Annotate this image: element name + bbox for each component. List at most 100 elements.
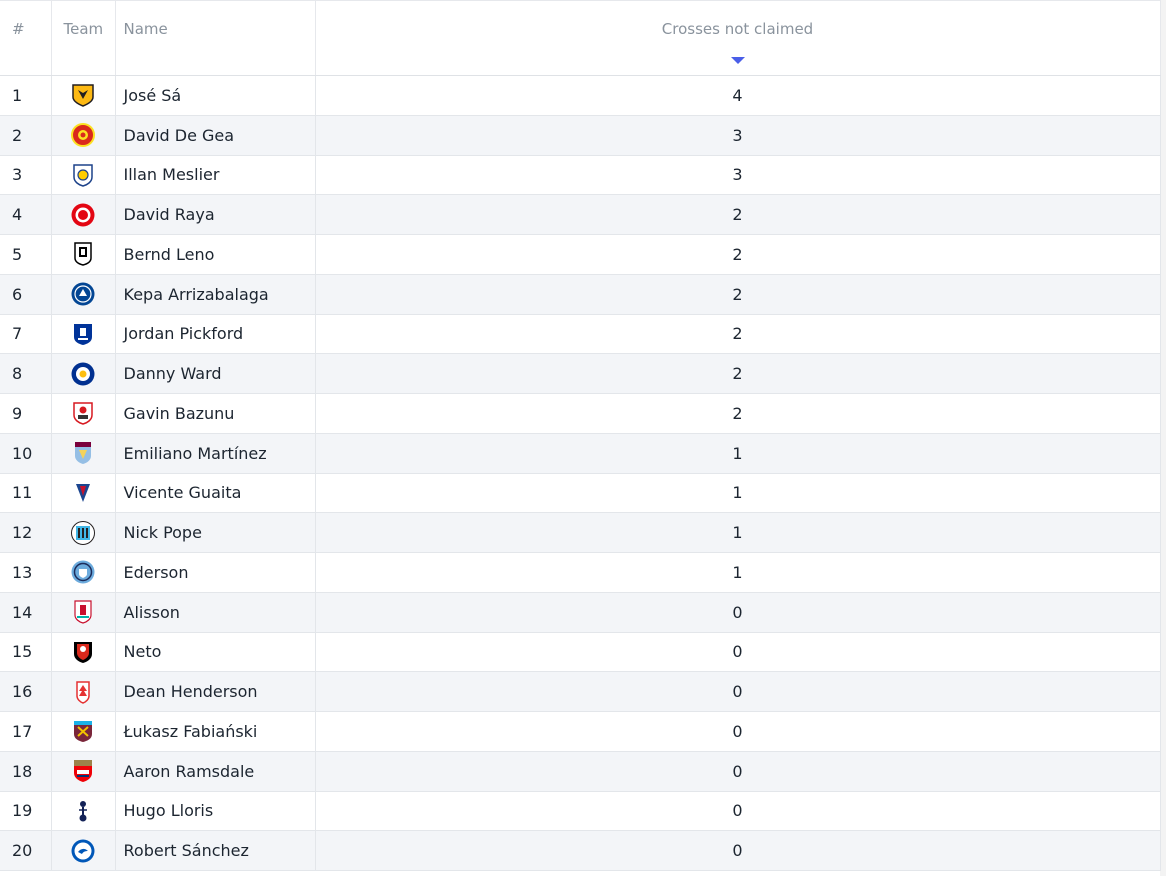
table-row[interactable]: 2 David De Gea 3: [0, 114, 1161, 155]
arsenal-crest-icon[interactable]: [70, 758, 96, 784]
table-row[interactable]: 16 Dean Henderson 0: [0, 671, 1161, 712]
player-name-cell[interactable]: David Raya: [115, 194, 316, 235]
player-name-cell[interactable]: Neto: [115, 631, 316, 672]
rank-cell: 14: [0, 591, 52, 632]
rank-cell: 16: [0, 671, 52, 712]
team-cell: [51, 353, 116, 394]
table-row[interactable]: 7 Jordan Pickford 2: [0, 313, 1161, 354]
sort-descending-icon[interactable]: [730, 57, 745, 64]
player-name-cell[interactable]: Aaron Ramsdale: [115, 750, 316, 791]
table-row[interactable]: 18 Aaron Ramsdale 0: [0, 750, 1161, 791]
player-name-cell[interactable]: Dean Henderson: [115, 671, 316, 712]
table-row[interactable]: 13 Ederson 1: [0, 552, 1161, 593]
chelsea-crest-icon[interactable]: [70, 281, 96, 307]
rank-cell: 15: [0, 631, 52, 672]
player-name-cell[interactable]: Hugo Lloris: [115, 790, 316, 831]
southampton-crest-icon[interactable]: [70, 400, 96, 426]
rank-cell: 5: [0, 234, 52, 275]
crosses-not-claimed-cell: 1: [315, 552, 1161, 593]
table-row[interactable]: 1 José Sá 4: [0, 75, 1161, 116]
player-name-cell[interactable]: Danny Ward: [115, 353, 316, 394]
crosses-not-claimed-cell: 0: [315, 671, 1161, 712]
stats-table: # Team Name Crosses not claimed 1 José Sá…: [0, 0, 1161, 871]
table-row[interactable]: 19 Hugo Lloris 0: [0, 790, 1161, 831]
crosses-not-claimed-cell: 1: [315, 432, 1161, 473]
crosses-not-claimed-cell: 0: [315, 790, 1161, 831]
player-name-cell[interactable]: José Sá: [115, 75, 316, 116]
rank-cell: 1: [0, 75, 52, 116]
man-city-crest-icon[interactable]: [70, 559, 96, 585]
rank-cell: 7: [0, 313, 52, 354]
player-name-cell[interactable]: David De Gea: [115, 114, 316, 155]
leeds-crest-icon[interactable]: [70, 162, 96, 188]
player-name-cell[interactable]: Kepa Arrizabalaga: [115, 273, 316, 314]
crosses-not-claimed-cell: 1: [315, 472, 1161, 513]
player-name-cell[interactable]: Łukasz Fabiański: [115, 711, 316, 752]
team-column-header[interactable]: Team: [51, 0, 116, 76]
crosses-not-claimed-cell: 0: [315, 750, 1161, 791]
table-row[interactable]: 8 Danny Ward 2: [0, 353, 1161, 394]
rank-cell: 19: [0, 790, 52, 831]
team-cell: [51, 313, 116, 354]
everton-crest-icon[interactable]: [70, 321, 96, 347]
man-utd-crest-icon[interactable]: [70, 122, 96, 148]
player-name-cell[interactable]: Jordan Pickford: [115, 313, 316, 354]
west-ham-crest-icon[interactable]: [70, 718, 96, 744]
crosses-not-claimed-cell: 0: [315, 711, 1161, 752]
team-cell: [51, 830, 116, 871]
table-row[interactable]: 4 David Raya 2: [0, 194, 1161, 235]
crosses-not-claimed-column-header[interactable]: Crosses not claimed: [315, 0, 1161, 76]
crosses-not-claimed-header-label: Crosses not claimed: [661, 20, 814, 38]
fulham-crest-icon[interactable]: [70, 241, 96, 267]
rank-cell: 12: [0, 512, 52, 553]
table-row[interactable]: 20 Robert Sánchez 0: [0, 830, 1161, 871]
crystal-palace-crest-icon[interactable]: [70, 480, 96, 506]
player-name-cell[interactable]: Gavin Bazunu: [115, 393, 316, 434]
brentford-crest-icon[interactable]: [70, 202, 96, 228]
table-row[interactable]: 14 Alisson 0: [0, 591, 1161, 632]
table-row[interactable]: 6 Kepa Arrizabalaga 2: [0, 273, 1161, 314]
bournemouth-crest-icon[interactable]: [70, 639, 96, 665]
player-name-cell[interactable]: Emiliano Martínez: [115, 432, 316, 473]
leicester-crest-icon[interactable]: [70, 361, 96, 387]
rank-cell: 3: [0, 154, 52, 195]
table-row[interactable]: 12 Nick Pope 1: [0, 512, 1161, 553]
crosses-not-claimed-cell: 0: [315, 631, 1161, 672]
player-name-cell[interactable]: Illan Meslier: [115, 154, 316, 195]
name-column-header[interactable]: Name: [115, 0, 316, 76]
rank-cell: 13: [0, 552, 52, 593]
rank-column-header[interactable]: #: [0, 0, 52, 76]
crosses-not-claimed-cell: 4: [315, 75, 1161, 116]
newcastle-crest-icon[interactable]: [70, 520, 96, 546]
table-row[interactable]: 10 Emiliano Martínez 1: [0, 432, 1161, 473]
tottenham-crest-icon[interactable]: [70, 798, 96, 824]
table-row[interactable]: 11 Vicente Guaita 1: [0, 472, 1161, 513]
player-name-cell[interactable]: Vicente Guaita: [115, 472, 316, 513]
crosses-not-claimed-cell: 2: [315, 194, 1161, 235]
table-row[interactable]: 3 Illan Meslier 3: [0, 154, 1161, 195]
table-row[interactable]: 17 Łukasz Fabiański 0: [0, 711, 1161, 752]
table-row[interactable]: 15 Neto 0: [0, 631, 1161, 672]
player-name-cell[interactable]: Alisson: [115, 591, 316, 632]
player-name-cell[interactable]: Ederson: [115, 552, 316, 593]
crosses-not-claimed-cell: 0: [315, 830, 1161, 871]
table-row[interactable]: 5 Bernd Leno 2: [0, 234, 1161, 275]
table-row[interactable]: 9 Gavin Bazunu 2: [0, 393, 1161, 434]
team-cell: [51, 194, 116, 235]
player-name-cell[interactable]: Robert Sánchez: [115, 830, 316, 871]
crosses-not-claimed-cell: 1: [315, 512, 1161, 553]
rank-cell: 18: [0, 750, 52, 791]
player-name-cell[interactable]: Nick Pope: [115, 512, 316, 553]
crosses-not-claimed-cell: 2: [315, 234, 1161, 275]
crosses-not-claimed-cell: 2: [315, 393, 1161, 434]
rank-cell: 2: [0, 114, 52, 155]
vertical-scrollbar[interactable]: [1160, 0, 1166, 876]
nottingham-forest-crest-icon[interactable]: [70, 679, 96, 705]
team-cell: [51, 512, 116, 553]
brighton-crest-icon[interactable]: [70, 838, 96, 864]
team-cell: [51, 671, 116, 712]
wolves-crest-icon[interactable]: [70, 82, 96, 108]
player-name-cell[interactable]: Bernd Leno: [115, 234, 316, 275]
aston-villa-crest-icon[interactable]: [70, 440, 96, 466]
liverpool-crest-icon[interactable]: [70, 599, 96, 625]
